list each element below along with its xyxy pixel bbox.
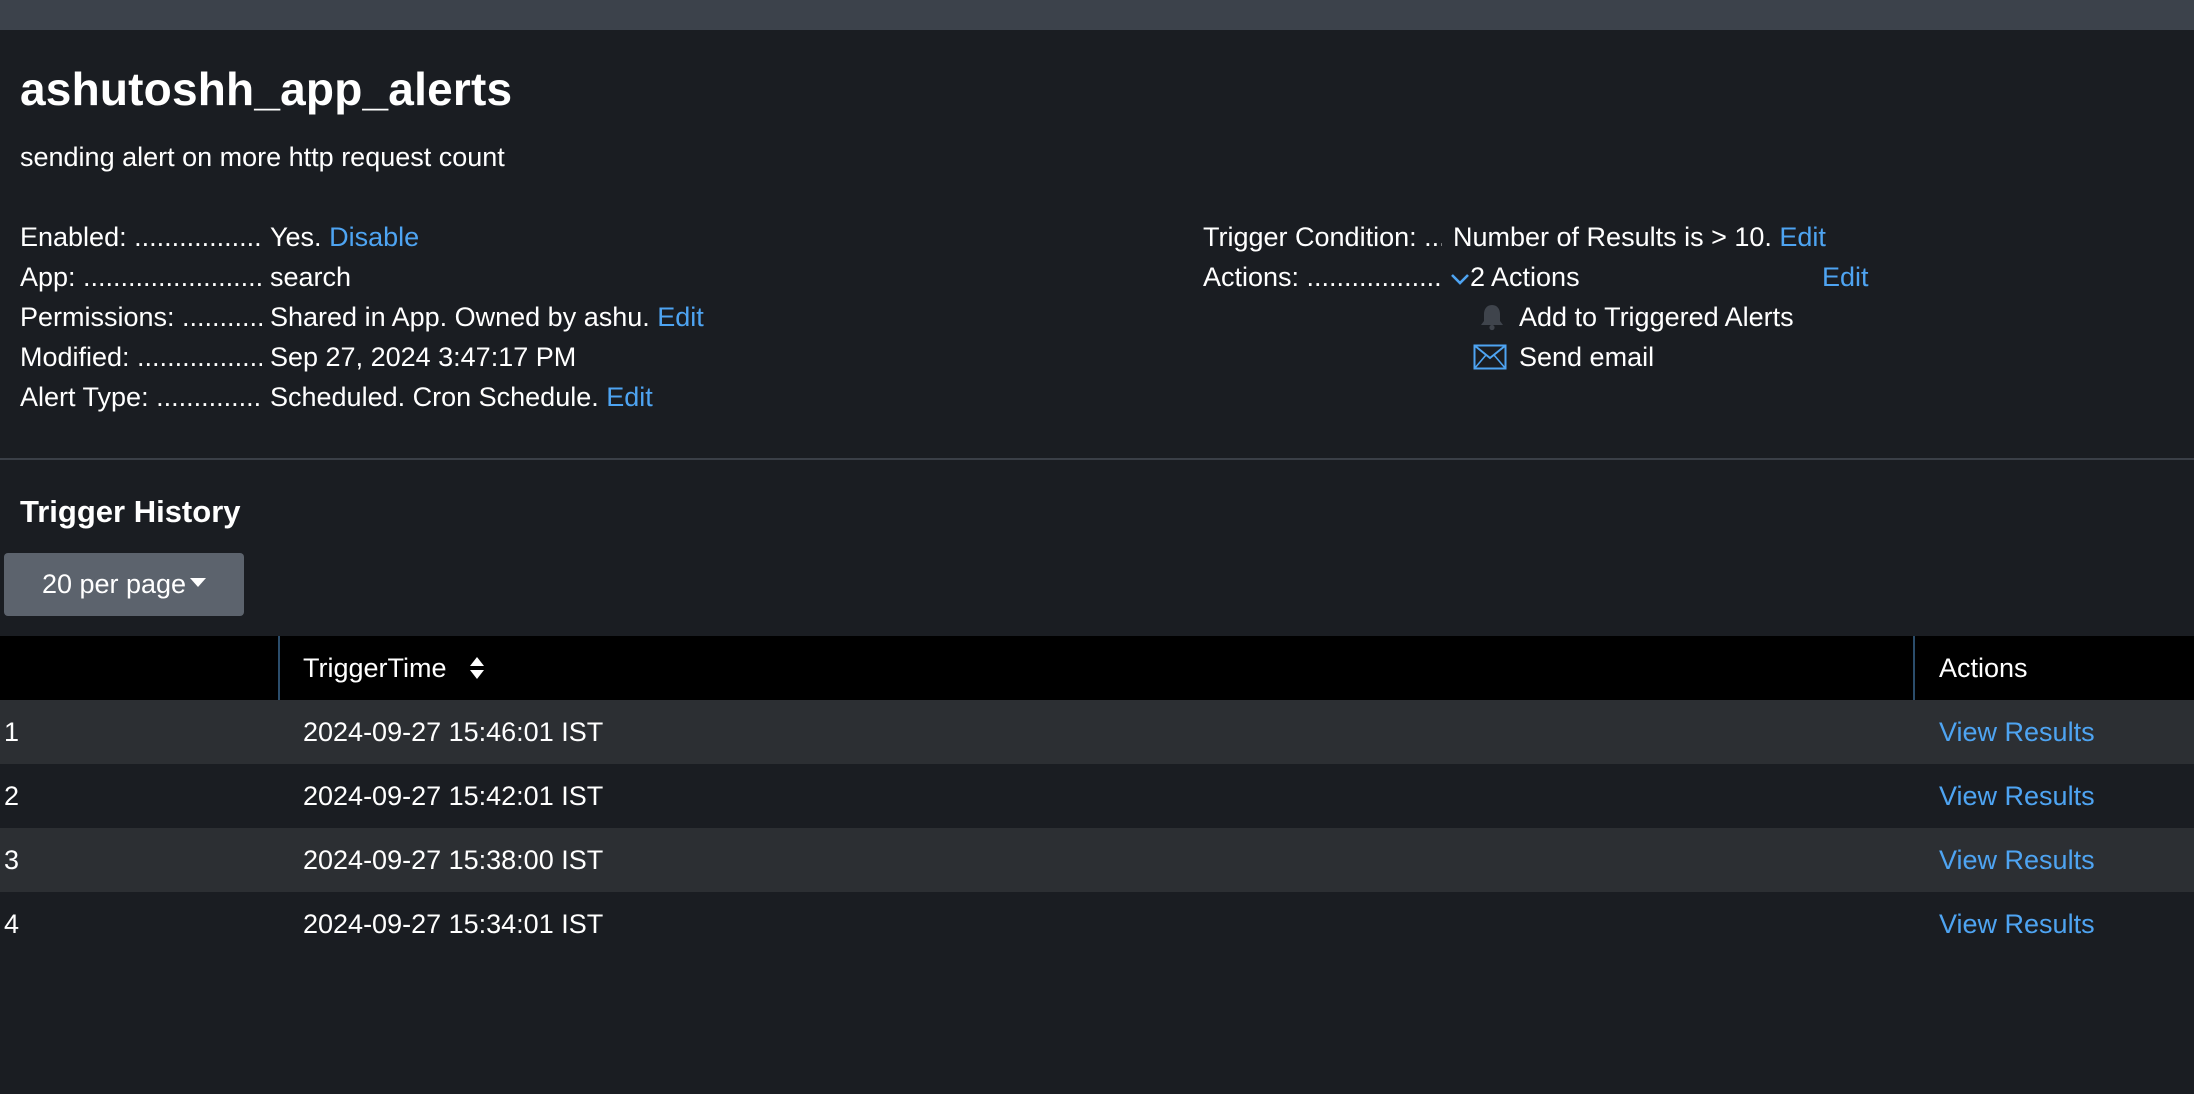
action-item-label: Add to Triggered Alerts — [1519, 302, 1794, 332]
view-results-link[interactable]: View Results — [1939, 892, 2095, 956]
trigger-time-cell: 2024-09-27 15:34:01 IST — [303, 909, 604, 939]
detail-label: Trigger Condition: .....................… — [1203, 222, 1442, 252]
detail-label: Alert Type: ............................… — [20, 382, 262, 412]
trigger-condition-value: Number of Results is > 10. — [1453, 222, 1772, 252]
per-page-dropdown[interactable]: 20 per page — [4, 553, 244, 616]
chevron-down-icon — [1451, 273, 1469, 285]
trigger-actions: Actions: ...............................… — [1203, 257, 1903, 297]
edit-actions-link[interactable]: Edit — [1822, 257, 1869, 297]
detail-label: App: ...................................… — [20, 262, 262, 292]
action-item: Add to Triggered Alerts — [1473, 297, 1893, 337]
top-bar — [0, 0, 2194, 30]
actions-toggle[interactable]: 2 Actions — [1450, 257, 1580, 297]
detail-modified: Modified: ..............................… — [20, 337, 720, 377]
enabled-value: Yes. — [270, 222, 322, 252]
detail-app: App: ...................................… — [20, 257, 720, 297]
row-index: 1 — [4, 717, 20, 747]
action-item-label: Send email — [1519, 342, 1655, 372]
column-divider — [1913, 636, 1915, 700]
trigger-time-cell: 2024-09-27 15:46:01 IST — [303, 717, 604, 747]
table-row: 4 2024-09-27 15:34:01 IST View Results — [0, 892, 2194, 956]
alert-description: sending alert on more http request count — [20, 142, 505, 172]
sort-icon — [470, 656, 485, 679]
column-divider — [278, 636, 280, 700]
view-results-link[interactable]: View Results — [1939, 700, 2095, 764]
table-row: 2 2024-09-27 15:42:01 IST View Results — [0, 764, 2194, 828]
table-row: 1 2024-09-27 15:46:01 IST View Results — [0, 700, 2194, 764]
alert-type-value: Scheduled. Cron Schedule. — [270, 382, 599, 412]
detail-alert-type: Alert Type: ............................… — [20, 377, 780, 417]
trigger-time-cell: 2024-09-27 15:42:01 IST — [303, 781, 604, 811]
detail-enabled: Enabled: ...............................… — [20, 217, 720, 257]
envelope-icon — [1473, 344, 1507, 370]
bell-icon — [1481, 305, 1503, 331]
row-index: 3 — [4, 845, 20, 875]
page-title: ashutoshh_app_alerts — [20, 63, 513, 115]
edit-trigger-condition-link[interactable]: Edit — [1779, 222, 1826, 252]
caret-down-icon — [190, 578, 207, 588]
action-item: Send email — [1473, 337, 1893, 377]
per-page-label: 20 per page — [41, 569, 187, 599]
detail-label: Permissions: ...........................… — [20, 302, 262, 332]
disable-link[interactable]: Disable — [329, 222, 419, 252]
trigger-time-cell: 2024-09-27 15:38:00 IST — [303, 845, 604, 875]
table-row: 3 2024-09-27 15:38:00 IST View Results — [0, 828, 2194, 892]
modified-value: Sep 27, 2024 3:47:17 PM — [270, 342, 577, 372]
edit-permissions-link[interactable]: Edit — [657, 302, 704, 332]
trigger-condition: Trigger Condition: .....................… — [1203, 217, 1903, 257]
section-divider — [0, 458, 2194, 460]
detail-label: Enabled: ...............................… — [20, 222, 262, 252]
app-value: search — [270, 262, 352, 292]
column-header-label: TriggerTime — [303, 653, 447, 683]
row-index: 4 — [4, 909, 20, 939]
permissions-value: Shared in App. Owned by ashu. — [270, 302, 650, 332]
column-header-actions: Actions — [1939, 653, 2028, 683]
row-index: 2 — [4, 781, 20, 811]
view-results-link[interactable]: View Results — [1939, 764, 2095, 828]
edit-alert-type-link[interactable]: Edit — [606, 382, 653, 412]
view-results-link[interactable]: View Results — [1939, 828, 2095, 892]
table-header: TriggerTime Actions — [0, 636, 2194, 700]
column-header-trigger-time[interactable]: TriggerTime — [303, 636, 486, 700]
detail-permissions: Permissions: ...........................… — [20, 297, 780, 337]
detail-label: Modified: ..............................… — [20, 342, 262, 372]
trigger-history-title: Trigger History — [20, 494, 241, 529]
actions-summary: 2 Actions — [1470, 262, 1580, 292]
detail-label: Actions: ...............................… — [1203, 262, 1442, 292]
